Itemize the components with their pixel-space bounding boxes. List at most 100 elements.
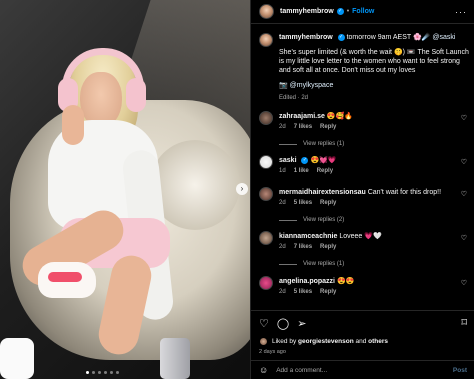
- caption-text: tammyhembrow ✓ tomorrow 9am AEST 🌸☄️ @sa…: [279, 33, 469, 90]
- comment-item: zahraajami.se 😍🥰🔥 2d 7 likes Reply ♡ Vie…: [259, 111, 469, 147]
- comment-meta: 2d 7 likes Reply: [279, 124, 336, 130]
- commenter-avatar[interactable]: [259, 155, 273, 169]
- sneaker-accent: [48, 272, 82, 282]
- comment-time: 2d: [279, 200, 286, 206]
- model-sock: [0, 338, 34, 379]
- comment-text: Loveee 💗🤍: [339, 233, 382, 240]
- comment-likes[interactable]: 5 likes: [294, 200, 312, 206]
- comment-icon[interactable]: ◯: [277, 317, 289, 330]
- carousel-dot[interactable]: [86, 371, 89, 374]
- heart-icon[interactable]: ♡: [259, 317, 269, 330]
- comment-time: 1d: [279, 168, 286, 174]
- author-username[interactable]: tammyhembrow: [280, 8, 334, 15]
- comment-text: Can't wait for this drop!!: [367, 189, 442, 196]
- carousel-next-icon[interactable]: ›: [236, 183, 248, 195]
- emoji-icon[interactable]: ☺: [259, 365, 268, 375]
- reply-button[interactable]: Reply: [320, 200, 336, 206]
- comment-like-icon[interactable]: ♡: [461, 190, 467, 198]
- reply-button[interactable]: Reply: [320, 124, 336, 130]
- caption-photo-credit[interactable]: 📷 @mylkyspace: [279, 81, 469, 90]
- view-replies[interactable]: View replies (1): [279, 261, 344, 267]
- view-replies[interactable]: View replies (1): [279, 141, 344, 147]
- post-sidebar: tammyhembrow ✓ • Follow ··· tammyhembrow…: [250, 0, 474, 379]
- view-replies[interactable]: View replies (2): [279, 217, 344, 223]
- comment-like-icon[interactable]: ♡: [461, 234, 467, 242]
- carousel-dot[interactable]: [92, 371, 95, 374]
- tumbler-cup: [160, 338, 190, 379]
- comments-scroll[interactable]: tammyhembrow ✓ tomorrow 9am AEST 🌸☄️ @sa…: [251, 25, 474, 310]
- post-header: tammyhembrow ✓ • Follow ···: [251, 0, 474, 24]
- action-icons: ♡ ◯ ➢: [259, 317, 306, 330]
- comment-item: kiannamceachnie Loveee 💗🤍 2d 7 likes Rep…: [259, 231, 469, 267]
- post-comment-button[interactable]: Post: [453, 367, 467, 374]
- comment-like-icon[interactable]: ♡: [461, 279, 467, 287]
- caption-meta: Edited · 2d: [279, 95, 309, 101]
- carousel-dot[interactable]: [98, 371, 101, 374]
- carousel-dot[interactable]: [110, 371, 113, 374]
- comment-likes[interactable]: 7 likes: [294, 244, 312, 250]
- comment-likes[interactable]: 7 likes: [294, 124, 312, 130]
- reply-button[interactable]: Reply: [317, 168, 333, 174]
- instagram-post-view: › tammyhembrow ✓ • Follow ··· tammyhembr…: [0, 0, 474, 379]
- comment-text: 😍💓💗: [310, 157, 337, 164]
- comment-likes[interactable]: 1 like: [294, 168, 309, 174]
- verified-badge-icon: ✓: [301, 156, 309, 164]
- comment-username[interactable]: mermaidhairextensionsau: [279, 189, 366, 196]
- comment-input[interactable]: [276, 366, 453, 374]
- post-actions: ♡ ◯ ➢ ⌑ Liked by georgiestevenson and ot…: [251, 310, 474, 360]
- comment-username[interactable]: kiannamceachnie: [279, 233, 337, 240]
- commenter-avatar[interactable]: [259, 187, 273, 201]
- comment-text: 😍🥰🔥: [326, 113, 354, 120]
- likes-prefix: Liked by: [272, 338, 297, 345]
- replies-line: [279, 143, 297, 145]
- comment-username[interactable]: zahraajami.se: [279, 113, 325, 120]
- caption-username[interactable]: tammyhembrow: [279, 34, 333, 41]
- post-timestamp[interactable]: 2 days ago: [259, 349, 286, 355]
- caption-body: She's super limited (& worth the wait 🤫)…: [279, 49, 469, 74]
- comment-time: 2d: [279, 244, 286, 250]
- likes-and: and: [355, 338, 367, 345]
- share-icon[interactable]: ➢: [297, 317, 306, 330]
- comment-username[interactable]: angelina.popazzi: [279, 278, 335, 285]
- view-replies-label[interactable]: View replies (1): [303, 141, 344, 147]
- follow-button[interactable]: Follow: [352, 8, 374, 15]
- comment-item: angelina.popazzi 😍😍 2d 5 likes Reply ♡: [259, 276, 469, 295]
- commenter-avatar[interactable]: [259, 231, 273, 245]
- comment-body: kiannamceachnie Loveee 💗🤍: [279, 232, 454, 241]
- model-hand: [62, 105, 84, 145]
- comment-meta: 2d 5 likes Reply: [279, 200, 336, 206]
- comment-likes[interactable]: 5 likes: [294, 289, 312, 295]
- verified-badge-icon: ✓: [337, 33, 345, 41]
- commenter-avatar[interactable]: [259, 276, 273, 290]
- comment-meta: 2d 7 likes Reply: [279, 244, 336, 250]
- carousel-dots: [86, 371, 119, 374]
- verified-badge-icon: ✓: [336, 8, 344, 15]
- liker-avatar[interactable]: [259, 337, 268, 346]
- comment-text: 😍😍: [336, 278, 355, 285]
- comment-like-icon[interactable]: ♡: [461, 158, 467, 166]
- replies-line: [279, 219, 297, 221]
- carousel-dot[interactable]: [104, 371, 107, 374]
- header-separator: •: [346, 8, 350, 15]
- bookmark-icon[interactable]: ⌑: [461, 316, 467, 329]
- likes-summary: Liked by georgiestevenson and others: [259, 337, 388, 346]
- comment-body: mermaidhairextensionsau Can't wait for t…: [279, 188, 454, 197]
- more-options-icon[interactable]: ···: [455, 7, 467, 17]
- view-replies-label[interactable]: View replies (1): [303, 261, 344, 267]
- view-replies-label[interactable]: View replies (2): [303, 217, 344, 223]
- comment-like-icon[interactable]: ♡: [461, 114, 467, 122]
- reply-button[interactable]: Reply: [320, 244, 336, 250]
- caption-mention[interactable]: @saski: [432, 34, 455, 41]
- reply-button[interactable]: Reply: [320, 289, 336, 295]
- caption-avatar[interactable]: [259, 33, 273, 47]
- post-photo[interactable]: [0, 0, 250, 379]
- comment-item: mermaidhairextensionsau Can't wait for t…: [259, 187, 469, 223]
- liker-username[interactable]: georgiestevenson: [298, 338, 354, 345]
- comment-username[interactable]: saski: [279, 157, 297, 164]
- commenter-avatar[interactable]: [259, 111, 273, 125]
- replies-line: [279, 263, 297, 265]
- carousel-dot[interactable]: [116, 371, 119, 374]
- author-avatar[interactable]: [259, 4, 274, 19]
- comment-time: 2d: [279, 289, 286, 295]
- likes-others[interactable]: others: [368, 338, 388, 345]
